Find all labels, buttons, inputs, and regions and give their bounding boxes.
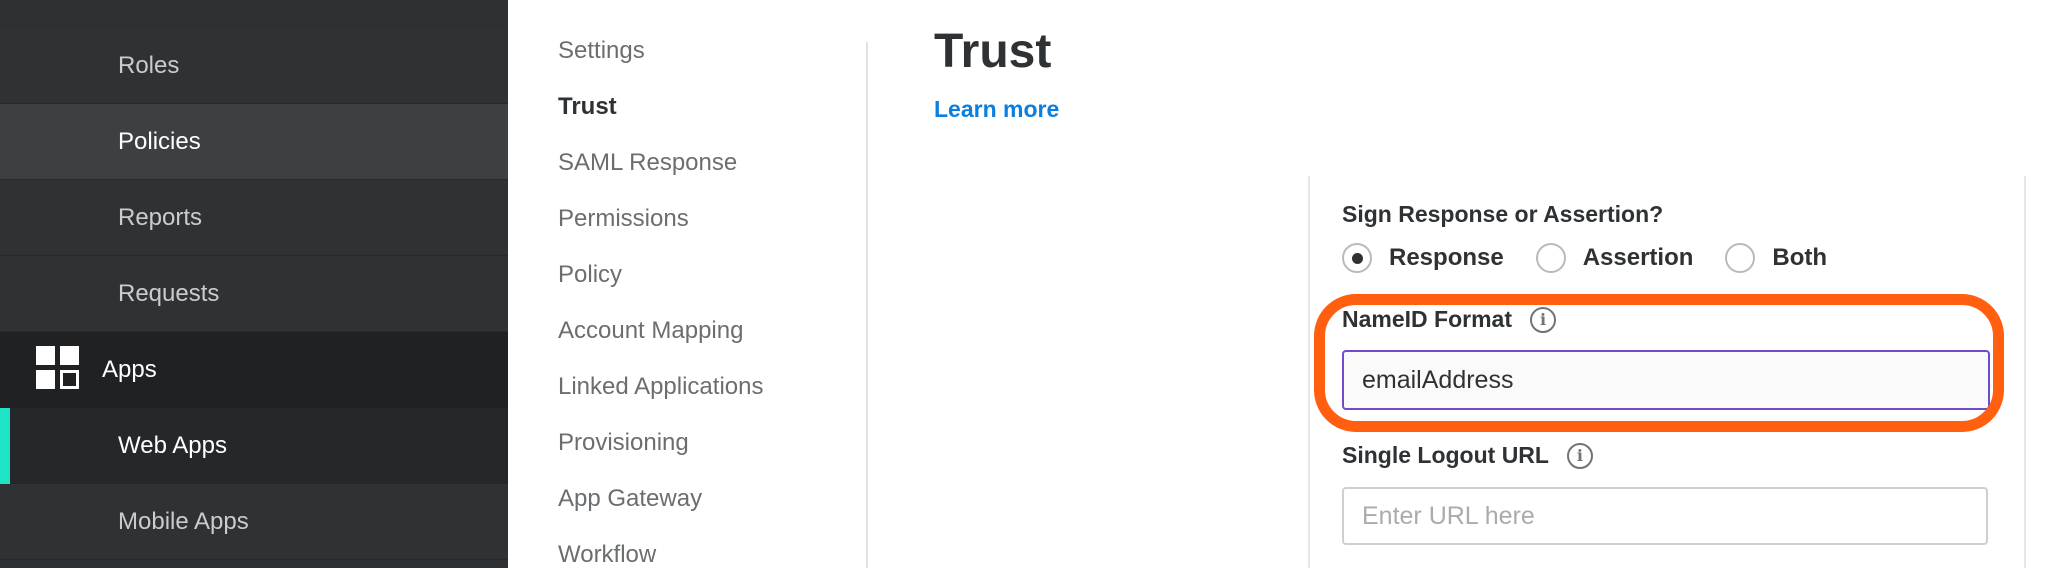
radio-assertion[interactable]: Assertion (1535, 243, 1694, 273)
subnav-item-workflow[interactable]: Workflow (558, 540, 656, 570)
single-logout-url-input[interactable] (1342, 487, 1988, 545)
sidebar-item-web-apps[interactable]: Web Apps (0, 408, 508, 484)
sidebar-item-requests[interactable]: Requests (0, 256, 508, 332)
sidebar-item-reports[interactable]: Reports (0, 180, 508, 256)
sign-response-label-text: Sign Response or Assertion? (1342, 201, 1664, 227)
info-icon[interactable]: i (1529, 306, 1556, 333)
subnav-item-account-mapping[interactable]: Account Mapping (558, 316, 743, 346)
radio-assertion-label: Assertion (1582, 244, 1694, 271)
learn-more-link[interactable]: Learn more (934, 96, 1059, 123)
sidebar-item-mobile-apps[interactable]: Mobile Apps (0, 484, 508, 560)
radio-checked-icon[interactable] (1342, 243, 1372, 273)
nameid-format-label-text: NameID Format (1342, 306, 1512, 332)
sidebar-section-apps[interactable]: Apps (0, 332, 508, 408)
subnav-item-linked-applications[interactable]: Linked Applications (558, 372, 763, 402)
sidebar-item-label: Mobile Apps (118, 507, 249, 535)
radio-unchecked-icon[interactable] (1725, 243, 1756, 273)
subnav-item-settings[interactable]: Settings (558, 36, 645, 66)
subnav-divider (866, 42, 868, 568)
single-logout-url-label-text: Single Logout URL (1342, 442, 1549, 468)
subnav-item-policy[interactable]: Policy (558, 260, 622, 290)
nameid-format-label: NameID Format i (1342, 306, 1556, 333)
subnav-item-app-gateway[interactable]: App Gateway (558, 484, 702, 514)
settings-subnav: Settings Trust SAML Response Permissions… (508, 0, 868, 568)
sign-response-radio-group: Response Assertion Both (1342, 243, 1859, 273)
subnav-item-saml-response[interactable]: SAML Response (558, 148, 737, 178)
radio-response[interactable]: Response (1342, 243, 1504, 273)
radio-both-label: Both (1772, 244, 1828, 271)
page-title: Trust (934, 25, 1052, 78)
sidebar-item-label: Policies (118, 127, 201, 155)
single-logout-url-label: Single Logout URL i (1342, 442, 1593, 469)
sidebar-item-label: Requests (118, 279, 220, 307)
radio-response-label: Response (1389, 244, 1504, 271)
sidebar-item-policies[interactable]: Policies (0, 104, 508, 180)
sidebar-item-label: Roles (118, 51, 180, 79)
sidebar-item-roles[interactable]: Roles (0, 28, 508, 104)
subnav-item-trust[interactable]: Trust (558, 92, 617, 122)
radio-both[interactable]: Both (1725, 243, 1827, 273)
sidebar-item-label: Reports (118, 203, 203, 231)
sign-response-label: Sign Response or Assertion? (1342, 201, 1663, 228)
info-icon[interactable]: i (1566, 442, 1593, 469)
subnav-item-permissions[interactable]: Permissions (558, 204, 689, 234)
radio-unchecked-icon[interactable] (1535, 243, 1566, 273)
apps-grid-icon (36, 346, 80, 390)
nameid-format-input[interactable] (1342, 350, 1990, 410)
subnav-item-provisioning[interactable]: Provisioning (558, 428, 689, 458)
sidebar-item-label: Web Apps (118, 432, 227, 459)
main-sidebar: Roles Policies Reports Requests Apps Web… (0, 0, 508, 568)
